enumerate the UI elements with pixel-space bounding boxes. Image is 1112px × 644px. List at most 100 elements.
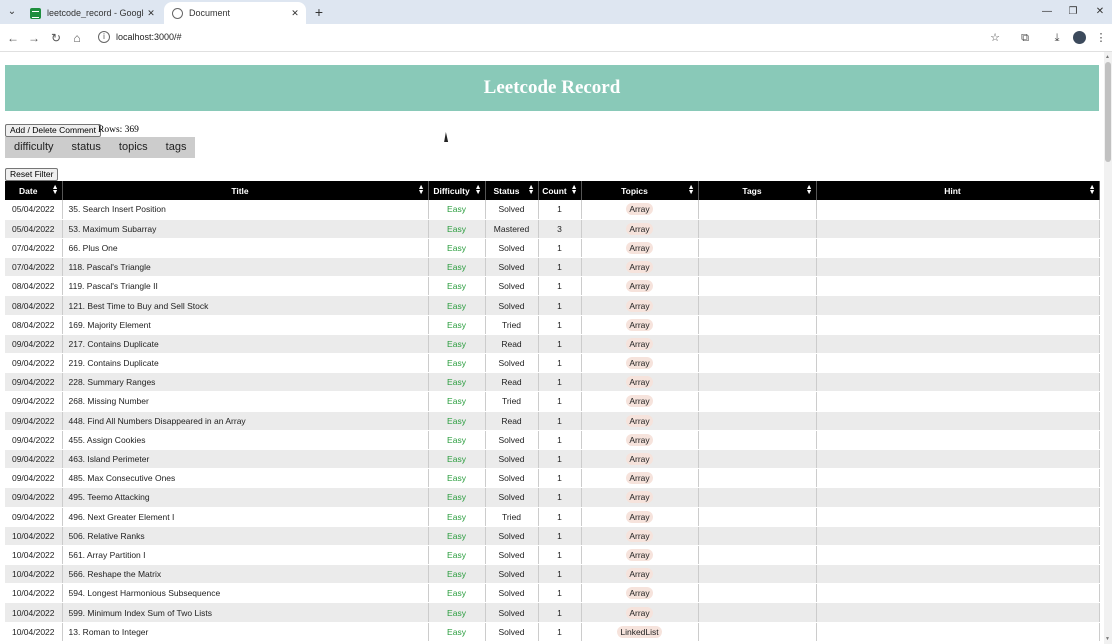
filter-difficulty[interactable]: difficulty [5, 137, 63, 158]
hint-cell [816, 487, 1100, 508]
hint-cell [816, 449, 1100, 470]
sort-arrows-icon[interactable]: ▲ ▼ [528, 184, 535, 196]
close-tab-icon[interactable]: ✕ [288, 8, 302, 19]
reload-icon[interactable]: ↻ [48, 30, 64, 46]
filter-tags[interactable]: tags [157, 137, 196, 158]
table-row[interactable]: 09/04/2022 485. Max Consecutive Ones Easy S… [5, 468, 1100, 489]
table-row[interactable]: 08/04/2022 119. Pascal's Triangle II Easy S… [5, 276, 1100, 297]
table-row[interactable]: 08/04/2022 121. Best Time to Buy and Sell… [5, 295, 1100, 316]
close-tab-icon[interactable]: ✕ [144, 8, 158, 19]
table-row[interactable]: 10/04/2022 594. Longest Harmonious Subseq… [5, 583, 1100, 604]
difficulty-cell: Easy [428, 507, 486, 527]
tab-document[interactable]: Document ✕ [164, 2, 306, 24]
difficulty-cell: Easy [428, 430, 486, 450]
table-row[interactable]: 10/04/2022 561. Array Partition I Easy Solv… [5, 545, 1100, 566]
column-header-status[interactable]: Status ▲ ▼ [485, 181, 539, 200]
filter-topics[interactable]: topics [110, 137, 157, 158]
forward-icon[interactable]: → [26, 30, 42, 46]
table-row[interactable]: 09/04/2022 217. Contains Duplicate Easy Rea… [5, 334, 1100, 355]
column-header-hint[interactable]: Hint ▲ ▼ [816, 181, 1100, 200]
column-header-tags[interactable]: Tags ▲ ▼ [698, 181, 817, 200]
table-row[interactable]: 09/04/2022 448. Find All Numbers Disappea… [5, 411, 1100, 431]
table-row[interactable]: 10/04/2022 599. Minimum Index Sum of Two … [5, 602, 1100, 623]
scroll-down-icon[interactable]: ▼ [1105, 636, 1110, 642]
column-header-date[interactable]: Date ▲ ▼ [5, 181, 63, 200]
sort-arrows-icon[interactable]: ▲ ▼ [418, 184, 425, 196]
table-row[interactable]: 10/04/2022 566. Reshape the Matrix Easy Sol… [5, 564, 1100, 585]
topics-cell: Array [581, 200, 699, 220]
column-header-topics[interactable]: Topics ▲ ▼ [581, 181, 699, 200]
hint-cell [816, 372, 1100, 393]
table-row[interactable]: 05/04/2022 35. Search Insert Position Easy… [5, 200, 1100, 220]
reset-filter-button[interactable]: Reset Filter [5, 168, 59, 181]
row-count: Rows: 369 [98, 125, 139, 135]
title-cell: 35. Search Insert Position [62, 200, 429, 220]
status-cell: Tried [485, 507, 539, 527]
date-cell: 10/04/2022 [5, 583, 63, 604]
column-header-label: Difficulty [433, 185, 470, 196]
tab-search-chevron-icon[interactable]: ⌄ [4, 4, 20, 20]
topics-cell: Array [581, 315, 699, 335]
site-info-icon[interactable]: i [98, 31, 110, 43]
menu-icon[interactable]: ⋮ [1093, 30, 1109, 46]
close-window-icon[interactable]: ✕ [1092, 4, 1108, 20]
restore-icon[interactable]: ❐ [1065, 4, 1081, 20]
topics-cell: Array [581, 372, 699, 393]
topics-cell: Array [581, 449, 699, 470]
scrollbar-thumb[interactable] [1105, 62, 1111, 162]
status-cell: Solved [485, 295, 539, 316]
sort-arrows-icon[interactable]: ▲ ▼ [806, 184, 813, 196]
tab-leetcode-record[interactable]: leetcode_record - Google Sheets ✕ [22, 2, 162, 24]
topics-cell: Array [581, 468, 699, 489]
table-row[interactable]: 05/04/2022 53. Maximum Subarray Easy Master… [5, 219, 1100, 239]
date-cell: 10/04/2022 [5, 602, 63, 623]
home-icon[interactable]: ⌂ [69, 30, 85, 46]
table-row[interactable]: 07/04/2022 66. Plus One Easy Solved 1 Array [5, 238, 1100, 259]
date-cell: 09/04/2022 [5, 487, 63, 508]
sort-arrows-icon[interactable]: ▲ ▼ [571, 184, 578, 196]
table-row[interactable]: 10/04/2022 13. Roman to Integer Easy Solved… [5, 622, 1100, 642]
table-row[interactable]: 09/04/2022 496. Next Greater Element I Eas… [5, 507, 1100, 527]
table-row[interactable]: 08/04/2022 169. Majority Element Easy Tried… [5, 315, 1100, 335]
title-cell: 119. Pascal's Triangle II [62, 276, 429, 297]
count-cell: 1 [538, 276, 582, 297]
download-icon[interactable]: ⤓ [1049, 30, 1065, 46]
new-tab-icon[interactable]: + [312, 4, 326, 20]
column-header-difficulty[interactable]: Difficulty ▲ ▼ [428, 181, 486, 200]
difficulty-cell: Easy [428, 622, 486, 642]
column-header-count[interactable]: Count ▲ ▼ [538, 181, 582, 200]
sort-arrows-icon[interactable]: ▲ ▼ [1089, 184, 1096, 196]
table-row[interactable]: 09/04/2022 495. Teemo Attacking Easy Solved… [5, 487, 1100, 508]
table-row[interactable]: 07/04/2022 118. Pascal's Triangle Easy Solv… [5, 257, 1100, 278]
hint-cell [816, 200, 1100, 220]
hint-cell [816, 295, 1100, 316]
address-bar[interactable]: localhost:3000/# [116, 31, 182, 44]
table-row[interactable]: 09/04/2022 219. Contains Duplicate Easy Sol… [5, 353, 1100, 374]
hint-cell [816, 564, 1100, 585]
add-delete-comment-button[interactable]: Add / Delete Comment [5, 124, 101, 137]
status-cell: Solved [485, 545, 539, 566]
minimize-icon[interactable]: — [1039, 4, 1055, 20]
filter-status[interactable]: status [63, 137, 110, 158]
profile-avatar-icon[interactable] [1073, 31, 1086, 44]
extensions-icon[interactable]: ⧉ [1017, 30, 1033, 46]
difficulty-cell: Easy [428, 238, 486, 259]
page-scrollbar[interactable]: ▲ ▼ [1104, 52, 1112, 644]
status-cell: Solved [485, 468, 539, 489]
table-row[interactable]: 09/04/2022 455. Assign Cookies Easy Solved 1… [5, 430, 1100, 450]
sort-arrows-icon[interactable]: ▲ ▼ [688, 184, 695, 196]
table-row[interactable]: 09/04/2022 268. Missing Number Easy Tried 1 A… [5, 391, 1100, 412]
topic-badge: Array [626, 491, 653, 504]
table-row[interactable]: 09/04/2022 228. Summary Ranges Easy Read 1 Ar… [5, 372, 1100, 393]
title-cell: 455. Assign Cookies [62, 430, 429, 450]
status-cell: Solved [485, 200, 539, 220]
bookmark-star-icon[interactable]: ☆ [987, 30, 1003, 46]
topic-badge: Array [626, 472, 653, 485]
back-icon[interactable]: ← [5, 30, 21, 46]
column-header-title[interactable]: Title ▲ ▼ [62, 181, 429, 200]
table-row[interactable]: 10/04/2022 506. Relative Ranks Easy Solved 1… [5, 526, 1100, 546]
scroll-up-icon[interactable]: ▲ [1105, 54, 1110, 60]
sort-arrows-icon[interactable]: ▲ ▼ [52, 184, 59, 196]
sort-arrows-icon[interactable]: ▲ ▼ [475, 184, 482, 196]
table-row[interactable]: 09/04/2022 463. Island Perimeter Easy Solve… [5, 449, 1100, 470]
